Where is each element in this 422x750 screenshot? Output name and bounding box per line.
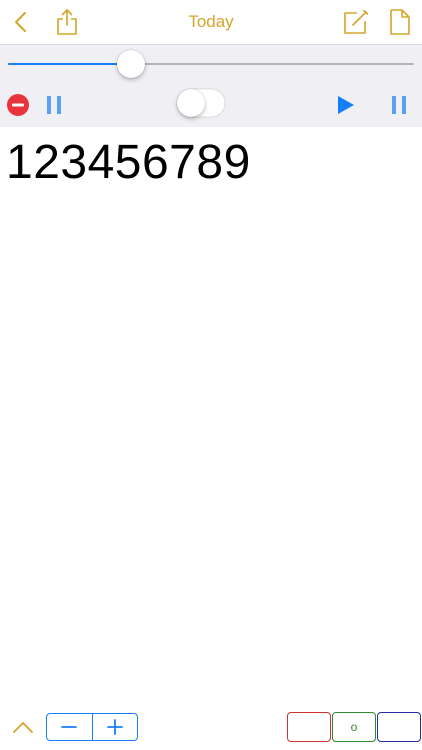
back-button[interactable] (6, 6, 38, 38)
size-stepper (46, 713, 138, 741)
minus-circle-icon (7, 94, 29, 116)
playback-slider-bar (0, 44, 422, 83)
green-color-box[interactable]: o (332, 712, 376, 742)
navy-color-box[interactable] (377, 712, 421, 742)
navigation-bar: Today (0, 0, 422, 44)
toggle-knob (177, 89, 205, 117)
slider-track[interactable] (8, 50, 414, 78)
stop-button[interactable] (6, 93, 30, 117)
chevron-up-icon (13, 722, 33, 733)
play-button[interactable] (333, 93, 357, 117)
app-screen: Today 123456789 o (0, 0, 422, 750)
minus-icon (61, 726, 78, 728)
collapse-button[interactable] (10, 716, 36, 738)
share-button[interactable] (51, 6, 83, 38)
decrease-button[interactable] (47, 714, 92, 740)
pause-left-button[interactable] (42, 93, 66, 117)
bottom-toolbar: o (0, 708, 422, 750)
increase-button[interactable] (93, 714, 138, 740)
red-color-box[interactable] (287, 712, 331, 742)
content-text: 123456789 (6, 136, 251, 189)
pause-icon (392, 96, 406, 114)
slider-thumb[interactable] (117, 50, 146, 78)
green-color-box-label: o (350, 720, 358, 734)
plus-icon (106, 719, 123, 735)
text-content-area[interactable]: 123456789 (0, 127, 422, 707)
playback-controls (0, 83, 422, 127)
toggle-switch[interactable] (176, 88, 226, 118)
share-icon (57, 9, 77, 35)
compose-button[interactable] (340, 6, 372, 38)
compose-icon (344, 9, 369, 34)
document-icon (390, 9, 410, 35)
document-button[interactable] (384, 6, 416, 38)
pause-right-button[interactable] (387, 93, 411, 117)
pause-icon (47, 96, 61, 114)
slider-fill (8, 63, 132, 65)
chevron-left-icon (15, 12, 26, 32)
play-icon (338, 96, 354, 114)
